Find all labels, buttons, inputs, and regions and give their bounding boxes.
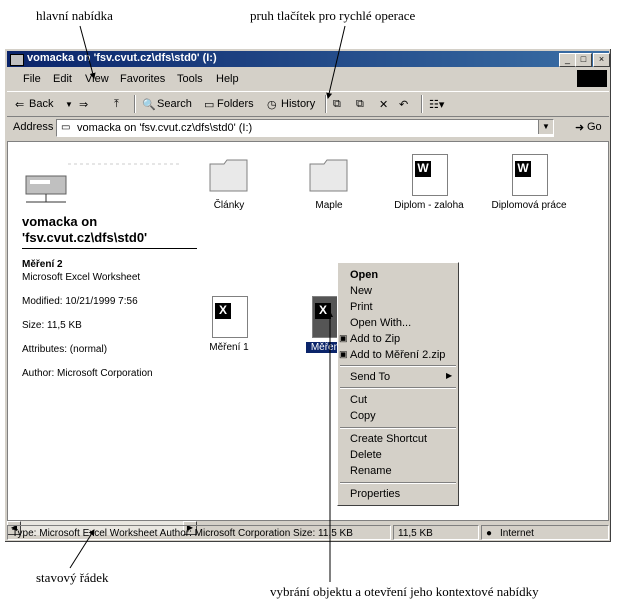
- ctx-new[interactable]: New: [350, 285, 372, 297]
- selected-size: Size: 11,5 KB: [22, 320, 82, 331]
- file-label: Maple: [315, 200, 343, 211]
- toolbar-separator: [421, 95, 423, 113]
- status-main: Type: Microsoft Excel Worksheet Author: …: [12, 528, 353, 539]
- toolbar: ⇐ Back ▼ ⇒ ⤒ 🔍 Search ▭ Folders ◷ Histor…: [7, 91, 609, 117]
- ctx-open-with[interactable]: Open With...: [350, 317, 411, 329]
- folder-icon: [209, 159, 248, 192]
- explorer-window: vomacka on 'fsv.cvut.cz\dfs\std0' (I:) _…: [4, 48, 612, 543]
- status-bar: Type: Microsoft Excel Worksheet Author: …: [7, 525, 609, 541]
- word-document-icon: W: [512, 154, 548, 196]
- selected-author: Author: Microsoft Corporation: [22, 368, 153, 379]
- ctx-cut[interactable]: Cut: [350, 394, 367, 406]
- ctx-send-to[interactable]: Send To: [350, 371, 390, 383]
- go-arrow-icon: ➜: [575, 122, 585, 134]
- menu-favorites[interactable]: Favorites: [120, 73, 165, 85]
- maximize-button[interactable]: □: [575, 53, 592, 67]
- file-label: Měření 1: [209, 342, 249, 353]
- address-input[interactable]: ▭ vomacka on 'fsv.cvut.cz\dfs\std0' (I:)…: [56, 119, 554, 137]
- folder-content: vomacka on 'fsv.cvut.cz\dfs\std0' Měření…: [7, 141, 609, 521]
- annotation-context: vybrání objektu a otevření jeho kontexto…: [270, 584, 539, 599]
- toolbar-separator: [325, 95, 327, 113]
- file-label: Články: [213, 200, 245, 211]
- menu-separator: [340, 387, 456, 389]
- move-to-icon[interactable]: ⧉: [333, 98, 341, 111]
- annotation-status: stavový řádek: [36, 570, 109, 585]
- selected-modified: Modified: 10/21/1999 7:56: [22, 296, 138, 307]
- delete-icon[interactable]: ✕: [379, 98, 388, 111]
- panel-title: vomacka on 'fsv.cvut.cz\dfs\std0': [22, 214, 148, 245]
- status-main-cell: Type: Microsoft Excel Worksheet Author: …: [7, 525, 391, 540]
- selected-name: Měření 2: [22, 259, 63, 270]
- file-label: Diplom - zaloha: [394, 200, 464, 211]
- menu-separator: [340, 482, 456, 484]
- ctx-copy[interactable]: Copy: [350, 410, 376, 422]
- submenu-arrow-icon: ▶: [446, 371, 453, 380]
- search-icon: 🔍: [142, 99, 156, 111]
- address-bar: Address ▭ vomacka on 'fsv.cvut.cz\dfs\st…: [7, 117, 609, 139]
- status-zone: Internet: [500, 528, 534, 539]
- menu-help[interactable]: Help: [216, 73, 239, 85]
- internet-icon: ●: [486, 528, 493, 539]
- annotation-toolbar: pruh tlačítek pro rychlé operace: [250, 8, 416, 23]
- status-zone-cell: ● Internet: [481, 525, 609, 540]
- folder-icon: [309, 159, 348, 192]
- context-menu: Open New Print Open With... ▣ Add to Zip…: [337, 262, 459, 506]
- zip-icon: ▣: [339, 333, 348, 343]
- drive-icon: ▭: [61, 122, 71, 133]
- copy-to-icon[interactable]: ⧉: [356, 98, 364, 111]
- menu-edit[interactable]: Edit: [53, 73, 72, 85]
- menu-view[interactable]: View: [85, 73, 109, 85]
- up-folder-icon[interactable]: ⤒: [114, 98, 119, 111]
- menu-tools[interactable]: Tools: [177, 73, 203, 85]
- menu-file[interactable]: File: [23, 73, 41, 85]
- word-document-icon: W: [412, 154, 448, 196]
- window-title: vomacka on 'fsv.cvut.cz\dfs\std0' (I:): [27, 52, 217, 64]
- folders-button[interactable]: Folders: [217, 98, 254, 110]
- selected-type: Microsoft Excel Worksheet: [22, 272, 141, 283]
- ctx-properties[interactable]: Properties: [350, 488, 400, 500]
- address-label: Address: [13, 121, 54, 133]
- back-dropdown-icon[interactable]: ▼: [65, 100, 73, 109]
- address-value: vomacka on 'fsv.cvut.cz\dfs\std0' (I:): [77, 122, 253, 134]
- network-drive-icon: [25, 163, 180, 203]
- status-size: 11,5 KB: [398, 528, 433, 539]
- history-button[interactable]: History: [281, 98, 315, 110]
- excel-document-icon: X: [212, 296, 248, 338]
- ctx-rename[interactable]: Rename: [350, 465, 392, 477]
- address-dropdown-icon[interactable]: ▼: [538, 120, 553, 134]
- toolbar-separator: [134, 95, 136, 113]
- back-arrow-icon: ⇐: [15, 99, 25, 111]
- status-size-cell: 11,5 KB: [393, 525, 479, 540]
- search-button[interactable]: Search: [157, 98, 192, 110]
- panel-divider: [22, 248, 197, 249]
- history-icon: ◷: [267, 99, 277, 111]
- ctx-print[interactable]: Print: [350, 301, 373, 313]
- views-icon[interactable]: ☷▾: [429, 98, 444, 111]
- undo-icon[interactable]: ↶: [399, 98, 408, 111]
- window-icon: [10, 54, 24, 66]
- menu-separator: [340, 365, 456, 367]
- annotation-main-menu: hlavní nabídka: [36, 8, 113, 23]
- close-button[interactable]: ×: [593, 53, 610, 67]
- selected-attributes: Attributes: (normal): [22, 344, 108, 355]
- menu-separator: [340, 427, 456, 429]
- minimize-button[interactable]: _: [559, 53, 576, 67]
- folders-icon: ▭: [204, 99, 215, 111]
- file-label: Diplomová práce: [491, 200, 567, 211]
- menu-bar: File Edit View Favorites Tools Help: [7, 70, 609, 88]
- ctx-open[interactable]: Open: [350, 269, 378, 281]
- forward-button-icon[interactable]: ⇒: [79, 98, 88, 111]
- zip-icon: ▣: [339, 349, 348, 359]
- title-bar[interactable]: vomacka on 'fsv.cvut.cz\dfs\std0' (I:) _…: [7, 51, 610, 67]
- ctx-create-shortcut[interactable]: Create Shortcut: [350, 433, 427, 445]
- ctx-add-to-zip[interactable]: Add to Zip: [350, 333, 400, 345]
- ctx-delete[interactable]: Delete: [350, 449, 382, 461]
- go-button[interactable]: Go: [587, 121, 602, 133]
- windows-logo-icon: [577, 70, 607, 87]
- ctx-add-to-named-zip[interactable]: Add to Měření 2.zip: [350, 349, 445, 361]
- back-button[interactable]: Back: [29, 98, 53, 110]
